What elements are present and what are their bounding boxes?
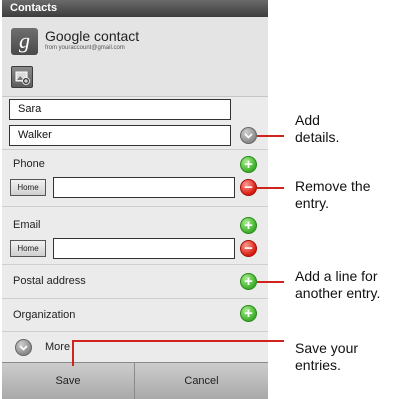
callout-line-remove-entry <box>257 187 284 189</box>
divider <box>2 264 268 265</box>
account-name: Google contact <box>45 28 140 44</box>
add-organization-button[interactable]: + <box>240 305 257 322</box>
callout-line-add-line <box>257 281 284 283</box>
email-address-field[interactable] <box>53 238 235 259</box>
callout-line-2: another entry. <box>295 285 381 301</box>
email-label: Email <box>13 219 41 231</box>
account-header: g Google contact from youraccount@gmail.… <box>2 17 268 97</box>
divider <box>2 149 268 150</box>
chevron-down-icon[interactable] <box>240 127 257 144</box>
callout-line-1: Add <box>295 112 320 128</box>
callout-line-1: Remove the <box>295 178 371 194</box>
action-bar: Save Cancel <box>2 362 268 399</box>
divider <box>2 331 268 332</box>
account-email: from youraccount@gmail.com <box>45 45 125 51</box>
divider <box>2 298 268 299</box>
callout-add-line: Add a line for another entry. <box>295 268 380 302</box>
contact-photo-icon[interactable] <box>11 66 33 88</box>
callout-line-2: details. <box>295 129 340 145</box>
callout-line-2: entries. <box>295 357 341 373</box>
divider <box>2 206 268 207</box>
callout-line-1: Save your <box>295 340 359 356</box>
last-name-field[interactable]: Walker <box>9 125 231 146</box>
save-button[interactable]: Save <box>2 363 135 399</box>
callout-save-entries: Save your entries. <box>295 340 358 374</box>
callout-line-2: entry. <box>295 195 329 211</box>
add-postal-address-button[interactable]: + <box>240 273 257 290</box>
first-name-field[interactable]: Sara <box>9 99 231 120</box>
phone-type-button[interactable]: Home <box>10 179 46 196</box>
callout-line-add-details <box>257 135 284 137</box>
callout-line-1: Add a line for <box>295 268 378 284</box>
remove-phone-button[interactable]: − <box>240 179 257 196</box>
phone-label: Phone <box>13 158 45 170</box>
email-type-button[interactable]: Home <box>10 240 46 257</box>
organization-label: Organization <box>13 309 76 321</box>
phone-number-field[interactable] <box>53 177 235 198</box>
callout-line-save-vertical <box>72 340 74 366</box>
callout-line-save-horizontal <box>72 340 284 342</box>
add-email-button[interactable]: + <box>240 217 257 234</box>
callout-remove-entry: Remove the entry. <box>295 178 370 212</box>
cancel-button[interactable]: Cancel <box>135 363 268 399</box>
google-account-icon: g <box>11 28 38 55</box>
callout-add-details: Add details. <box>295 112 339 146</box>
title-bar: Contacts <box>2 0 268 17</box>
chevron-down-icon[interactable] <box>15 339 32 356</box>
add-phone-button[interactable]: + <box>240 156 257 173</box>
more-label[interactable]: More <box>45 341 70 353</box>
remove-email-button[interactable]: − <box>240 240 257 257</box>
postal-address-label: Postal address <box>13 275 86 287</box>
